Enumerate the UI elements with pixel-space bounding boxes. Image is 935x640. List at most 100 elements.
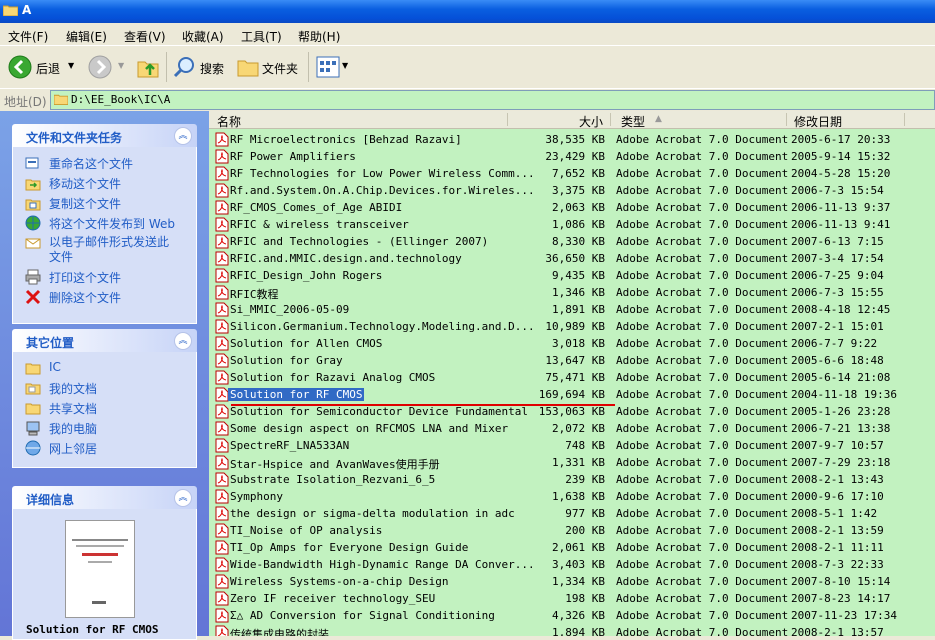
file-row[interactable]: SpectreRF_LNA533AN 748 KB Adobe Acrobat 7.…	[209, 437, 935, 454]
file-size: 1,346 KB	[552, 286, 605, 299]
column-type[interactable]: 类型	[621, 113, 645, 130]
task-email[interactable]: 以电子邮件形式发送此文件	[25, 233, 195, 267]
menu-help[interactable]: 帮助(H)	[298, 28, 340, 45]
column-date[interactable]: 修改日期	[794, 113, 842, 130]
pdf-icon	[215, 353, 229, 368]
file-name: TI_Op Amps for Everyone Design Guide	[230, 541, 469, 554]
file-thumbnail	[65, 520, 135, 618]
globe-icon	[25, 215, 41, 231]
pdf-icon	[215, 200, 229, 215]
collapse-icon[interactable]: ︽	[174, 127, 192, 145]
file-row[interactable]: Wide-Bandwidth High-Dynamic Range DA Con…	[209, 556, 935, 573]
file-date: 2006-7-3 15:54	[791, 184, 884, 197]
file-row[interactable]: Zero IF receiver technology_SEU 198 KB Ado…	[209, 590, 935, 607]
file-size: 1,891 KB	[552, 303, 605, 316]
file-row[interactable]: the design or sigma-delta modulation in …	[209, 505, 935, 522]
file-type: Adobe Acrobat 7.0 Document	[616, 354, 789, 367]
file-row[interactable]: Rf.and.System.On.A.Chip.Devices.for.Wire…	[209, 182, 935, 199]
file-row[interactable]: RF Technologies for Low Power Wireless C…	[209, 165, 935, 182]
menu-edit[interactable]: 编辑(E)	[66, 28, 107, 45]
file-date: 2006-11-13 9:37	[791, 201, 891, 214]
column-name[interactable]: 名称	[217, 113, 241, 130]
file-row[interactable]: Star-Hspice and AvanWaves使用手册 1,331 KB Ado…	[209, 454, 935, 471]
file-row[interactable]: Substrate Isolation_Rezvani_6_5 239 KB Ado…	[209, 471, 935, 488]
place-my-documents[interactable]: 我的文档	[25, 378, 195, 398]
file-row[interactable]: RF_CMOS_Comes_of_Age ABIDI 2,063 KB Adobe …	[209, 199, 935, 216]
place-shared-documents[interactable]: 共享文档	[25, 398, 195, 418]
file-row[interactable]: Wireless Systems-on-a-chip Design 1,334 K…	[209, 573, 935, 590]
file-row[interactable]: RF Power Amplifiers 23,429 KB Adobe Acroba…	[209, 148, 935, 165]
file-row[interactable]: RFIC and Technologies - (Ellinger 2007) 8…	[209, 233, 935, 250]
back-button[interactable]: 后退 ▼	[6, 54, 78, 80]
file-name: Rf.and.System.On.A.Chip.Devices.for.Wire…	[230, 184, 535, 197]
place-my-computer[interactable]: 我的电脑	[25, 418, 195, 438]
details-header[interactable]: 详细信息 ︽	[12, 486, 197, 509]
pdf-icon	[215, 132, 229, 147]
column-size[interactable]: 大小	[579, 113, 603, 130]
file-row[interactable]: RFIC_Design_John Rogers 9,435 KB Adobe Acr…	[209, 267, 935, 284]
address-input[interactable]: D:\EE_Book\IC\A	[50, 90, 935, 110]
menu-tools[interactable]: 工具(T)	[241, 28, 282, 45]
file-name: Substrate Isolation_Rezvani_6_5	[230, 473, 436, 486]
file-row[interactable]: TI_Op Amps for Everyone Design Guide 2,06…	[209, 539, 935, 556]
file-name: Si_MMIC_2006-05-09	[230, 303, 350, 316]
up-folder-button[interactable]	[136, 54, 162, 80]
file-name: Σ△ AD Conversion for Signal Conditioning	[230, 609, 495, 622]
views-button[interactable]: ▼	[316, 54, 350, 80]
file-row[interactable]: 传统集成电路的封装 1,894 KB Adobe Acrobat 7.0 Docum…	[209, 624, 935, 636]
file-row[interactable]: Solution for Gray 13,647 KB Adobe Acrobat …	[209, 352, 935, 369]
collapse-icon[interactable]: ︽	[174, 332, 192, 350]
file-date: 2005-9-14 15:32	[791, 150, 891, 163]
title-bar[interactable]: A	[0, 0, 935, 23]
chevron-down-icon[interactable]: ▼	[68, 61, 74, 70]
task-print[interactable]: 打印这个文件	[25, 267, 195, 287]
address-bar: 地址(D) D:\EE_Book\IC\A	[0, 88, 935, 112]
place-network[interactable]: 网上邻居	[25, 438, 195, 458]
pdf-icon	[215, 302, 229, 317]
views-icon	[316, 56, 340, 78]
panel-title: 详细信息	[26, 493, 75, 507]
file-row[interactable]: Solution for Allen CMOS 3,018 KB Adobe Acr…	[209, 335, 935, 352]
search-button[interactable]: 搜索	[172, 54, 228, 80]
collapse-icon[interactable]: ︽	[174, 489, 192, 507]
file-row[interactable]: Si_MMIC_2006-05-09 1,891 KB Adobe Acrobat …	[209, 301, 935, 318]
task-copy[interactable]: 复制这个文件	[25, 193, 195, 213]
file-row[interactable]: TI_Noise of OP analysis 200 KB Adobe Acrob…	[209, 522, 935, 539]
file-name: RFIC教程	[230, 288, 279, 301]
task-delete[interactable]: 删除这个文件	[25, 287, 195, 307]
address-path: D:\EE_Book\IC\A	[71, 93, 171, 106]
folders-button[interactable]: 文件夹	[236, 54, 302, 80]
file-row[interactable]: Solution for Razavi Analog CMOS 75,471 KB…	[209, 369, 935, 386]
pdf-icon	[215, 506, 229, 521]
task-rename[interactable]: 重命名这个文件	[25, 153, 195, 173]
place-ic[interactable]: IC	[25, 358, 195, 378]
chevron-down-icon[interactable]: ▼	[118, 61, 124, 70]
file-row[interactable]: Symphony 1,638 KB Adobe Acrobat 7.0 Docume…	[209, 488, 935, 505]
menu-favorites[interactable]: 收藏(A)	[182, 28, 224, 45]
task-move[interactable]: 移动这个文件	[25, 173, 195, 193]
file-row[interactable]: RF Microelectronics [Behzad Razavi] 38,53…	[209, 131, 935, 148]
other-places-header[interactable]: 其它位置 ︽	[12, 329, 197, 352]
file-tasks-header[interactable]: 文件和文件夹任务 ︽	[12, 124, 197, 147]
pdf-icon	[215, 370, 229, 385]
file-name: Solution for RF CMOS	[228, 388, 365, 401]
chevron-down-icon[interactable]: ▼	[342, 61, 348, 70]
file-row[interactable]: Some design aspect on RFCMOS LNA and Mix…	[209, 420, 935, 437]
file-row[interactable]: RFIC.and.MMIC.design.and.technology 36,65…	[209, 250, 935, 267]
menu-file[interactable]: 文件(F)	[8, 28, 48, 45]
menu-view[interactable]: 查看(V)	[124, 28, 166, 45]
file-row[interactable]: Silicon.Germanium.Technology.Modeling.an…	[209, 318, 935, 335]
file-type: Adobe Acrobat 7.0 Document	[616, 371, 789, 384]
task-publish-web[interactable]: 将这个文件发布到 Web	[25, 213, 195, 233]
file-type: Adobe Acrobat 7.0 Document	[616, 167, 789, 180]
file-type: Adobe Acrobat 7.0 Document	[616, 609, 789, 622]
file-name: RFIC & wireless transceiver	[230, 218, 409, 231]
file-row[interactable]: RFIC & wireless transceiver 1,086 KB Adobe…	[209, 216, 935, 233]
file-row[interactable]: Σ△ AD Conversion for Signal Conditioning…	[209, 607, 935, 624]
forward-button[interactable]: ▼	[88, 54, 128, 80]
file-row[interactable]: Solution for RF CMOS 169,694 KB Adobe Acro…	[209, 386, 935, 403]
file-name: RF Power Amplifiers	[230, 150, 356, 163]
file-name: RF_CMOS_Comes_of_Age ABIDI	[230, 201, 403, 214]
file-type: Adobe Acrobat 7.0 Document	[616, 524, 789, 537]
file-row[interactable]: RFIC教程 1,346 KB Adobe Acrobat 7.0 Document…	[209, 284, 935, 301]
